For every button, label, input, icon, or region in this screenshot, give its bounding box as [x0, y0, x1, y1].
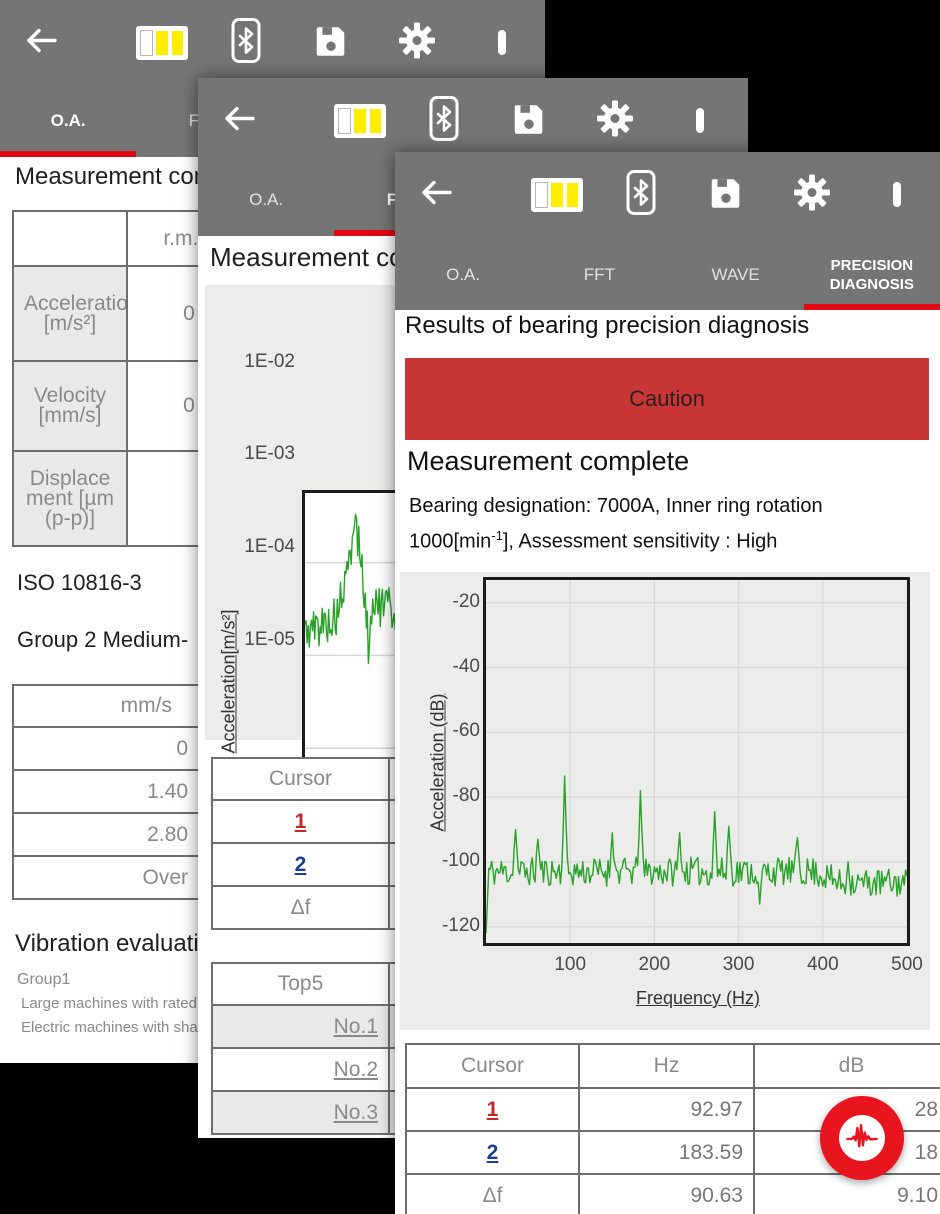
- stop-square-icon[interactable]: [696, 112, 704, 130]
- active-tab-underline: [0, 151, 136, 157]
- tab-bar: O.A.FFTWAVEPRECISION DIAGNOSIS: [395, 240, 940, 310]
- delta-f-label: Δf: [406, 1174, 579, 1214]
- battery-indicator-icon[interactable]: [334, 104, 386, 138]
- screen-canvas: O.A.FFTWAVEPRECISION DIAGNOSIS Measureme…: [0, 0, 940, 1214]
- delta-f-db: 9.10: [754, 1174, 940, 1214]
- cursor-2-link[interactable]: 2: [406, 1131, 579, 1174]
- settings-gear-icon[interactable]: [397, 21, 437, 66]
- cursor-1-hz: 92.97: [579, 1088, 754, 1131]
- frequency-x-axis-label: Frequency (Hz): [578, 988, 818, 1009]
- back-arrow-icon[interactable]: [22, 23, 58, 64]
- delta-f-label: Δf: [212, 886, 389, 929]
- delta-f-hz: 90.63: [579, 1174, 754, 1214]
- tab-o-a-[interactable]: O.A.: [395, 240, 531, 310]
- col-header-db: dB: [754, 1044, 940, 1088]
- iso-standard-label: ISO 10816-3: [17, 570, 142, 596]
- measurement-complete-heading: Measurement complete: [407, 446, 689, 477]
- vibration-record-fab-button[interactable]: [820, 1096, 904, 1180]
- row-label: Acceleration [m/s²]: [13, 266, 127, 361]
- top5-no1-link[interactable]: No.1: [212, 1005, 389, 1048]
- top5-no3-link[interactable]: No.3: [212, 1091, 389, 1134]
- bearing-detail-line1: Bearing designation: 7000A, Inner ring r…: [409, 495, 823, 518]
- stop-square-icon[interactable]: [498, 34, 506, 52]
- caution-label: Caution: [629, 386, 705, 412]
- diagnosis-chart-panel: Acceleration (dB) -20-40-60-80-100-120 1…: [400, 572, 930, 1030]
- cursor-2-hz: 183.59: [579, 1131, 754, 1174]
- window-precision-diagnosis: O.A.FFTWAVEPRECISION DIAGNOSIS Results o…: [395, 152, 940, 1214]
- threshold-header: mm/s: [13, 685, 199, 727]
- toolbar: [395, 152, 940, 240]
- threshold-value: Over: [13, 856, 199, 899]
- waveform-icon: [839, 1115, 885, 1161]
- results-title: Results of bearing precision diagnosis: [405, 312, 809, 340]
- tab-precision-diagnosis[interactable]: PRECISION DIAGNOSIS: [804, 240, 940, 310]
- bluetooth-icon[interactable]: [429, 96, 459, 147]
- battery-indicator-icon[interactable]: [531, 178, 583, 212]
- bluetooth-icon[interactable]: [231, 18, 261, 69]
- cursor-header: Cursor: [212, 758, 389, 800]
- fft-y-axis-label: Acceleration[m/s²]: [219, 582, 240, 782]
- tab-fft[interactable]: FFT: [531, 240, 667, 310]
- bearing-detail-line2: 1000[min-1], Assessment sensitivity : Hi…: [409, 528, 777, 554]
- toolbar: [0, 0, 545, 85]
- vibration-evaluation-heading: Vibration evaluation: [15, 930, 225, 958]
- settings-gear-icon[interactable]: [595, 99, 635, 144]
- col-header-hz: Hz: [579, 1044, 754, 1088]
- caution-status-banner: Caution: [405, 358, 929, 440]
- top5-header: Top5: [212, 963, 389, 1005]
- toolbar: [198, 78, 748, 163]
- stop-square-icon[interactable]: [893, 186, 901, 204]
- save-icon[interactable]: [707, 174, 745, 217]
- battery-indicator-icon[interactable]: [136, 26, 188, 60]
- cursor-1-link[interactable]: 1: [212, 800, 389, 843]
- tab-wave[interactable]: WAVE: [668, 240, 804, 310]
- machine-group-label: Group 2 Medium-: [17, 627, 188, 653]
- tab-o-a-[interactable]: O.A.: [198, 163, 334, 236]
- col-header-cursor: Cursor: [406, 1044, 579, 1088]
- threshold-value: 2.80: [13, 813, 199, 856]
- cursor-1-link[interactable]: 1: [406, 1088, 579, 1131]
- threshold-value: 1.40: [13, 770, 199, 813]
- diagnosis-plot-area[interactable]: [483, 577, 910, 946]
- db-y-axis-label: Acceleration (dB): [428, 663, 449, 863]
- save-icon[interactable]: [312, 22, 350, 65]
- tab-o-a-[interactable]: O.A.: [0, 85, 136, 157]
- bluetooth-icon[interactable]: [626, 170, 656, 221]
- threshold-table: mm/s 0 1.40 2.80 Over: [12, 684, 200, 900]
- row-label: Displace ment [µm (p-p)]: [13, 451, 127, 546]
- group1-label: Group1: [17, 971, 70, 989]
- threshold-value: 0: [13, 727, 199, 770]
- settings-gear-icon[interactable]: [792, 173, 832, 218]
- back-arrow-icon[interactable]: [220, 101, 256, 142]
- row-label: Velocity [mm/s]: [13, 361, 127, 451]
- active-tab-underline: [804, 304, 940, 310]
- top5-no2-link[interactable]: No.2: [212, 1048, 389, 1091]
- back-arrow-icon[interactable]: [417, 175, 453, 216]
- save-icon[interactable]: [510, 100, 548, 143]
- cursor-2-link[interactable]: 2: [212, 843, 389, 886]
